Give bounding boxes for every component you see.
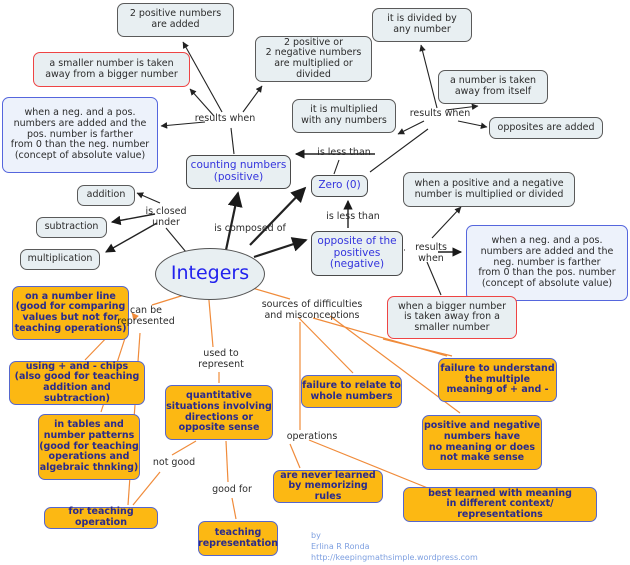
node-bigger-from-smaller[interactable]: when a bigger number is taken away fron … (387, 296, 517, 339)
node-neg-pos-added-pos-farther[interactable]: when a neg. and a pos. numbers are added… (2, 97, 158, 173)
edge-label-can-be-represented: can be represented (117, 305, 175, 327)
edge-label-results-when-left: results when (194, 113, 256, 124)
node-no-meaning[interactable]: positive and negative numbers have no me… (422, 415, 542, 470)
author-credit: by Erlina R Ronda http://keepingmathsimp… (311, 531, 478, 562)
edge-label-good-for: good for (212, 484, 252, 495)
node-divided-by-any-number[interactable]: it is divided by any number (372, 8, 472, 42)
edge-label-not-good: not good (152, 457, 196, 468)
node-two-pos-or-two-neg[interactable]: 2 positive or 2 negative numbers are mul… (255, 36, 372, 82)
node-plus-minus-chips[interactable]: using + and - chips (also good for teach… (9, 361, 145, 405)
node-smaller-from-bigger[interactable]: a smaller number is taken away from a bi… (33, 52, 190, 87)
edge-label-is-less-than-bottom: is less than (326, 211, 380, 222)
node-two-positive-added[interactable]: 2 positive numbers are added (117, 3, 234, 37)
edge-label-results-when-right: results when (409, 108, 471, 119)
node-multiplication[interactable]: multiplication (20, 249, 100, 270)
node-counting-numbers[interactable]: counting numbers (positive) (186, 155, 291, 189)
node-pos-times-neg[interactable]: when a positive and a negative number is… (403, 172, 575, 207)
node-for-teaching-operation[interactable]: for teaching operation (44, 507, 158, 529)
edge-label-sources-difficulties: sources of difficulties and misconceptio… (261, 299, 363, 321)
edge-label-is-composed-of: is composed of (214, 223, 286, 234)
node-neg-pos-added-neg-farther[interactable]: when a neg. and a pos. numbers are added… (466, 225, 628, 301)
node-best-learned[interactable]: best learned with meaning in different c… (403, 487, 597, 522)
edge-label-used-to-represent: used to represent (198, 348, 244, 370)
node-tables-and-patterns[interactable]: in tables and number patterns (good for … (38, 414, 140, 480)
node-teaching-representation[interactable]: teaching representation (198, 521, 278, 556)
node-number-taken-from-itself[interactable]: a number is taken away from itself (438, 70, 548, 104)
node-addition[interactable]: addition (77, 185, 135, 206)
node-never-learned[interactable]: are never learned by memorizing rules (273, 470, 383, 503)
edge-label-operations: operations (286, 431, 338, 442)
node-subtraction[interactable]: subtraction (36, 217, 107, 238)
node-quantitative-situations[interactable]: quantitative situations involving direct… (165, 385, 273, 440)
edge-label-is-less-than-top: is less than (317, 147, 371, 158)
edge-label-is-closed-under: is closed under (145, 206, 187, 228)
node-multiplied-with-any[interactable]: it is multiplied with any numbers (292, 99, 396, 133)
node-failure-relate-whole[interactable]: failure to relate to whole numbers (301, 375, 402, 408)
node-failure-multiple-meaning[interactable]: failure to understand the multiple meani… (438, 358, 557, 402)
concept-map: 2 positive numbers are added 2 positive … (0, 0, 630, 565)
node-zero[interactable]: Zero (0) (311, 175, 368, 197)
edge-label-results-when-mid: results when (415, 242, 447, 264)
node-opposite-of-positives[interactable]: opposite of the positives (negative) (311, 231, 403, 276)
node-opposites-are-added[interactable]: opposites are added (489, 117, 603, 139)
node-integers-root[interactable]: Integers (155, 248, 265, 300)
